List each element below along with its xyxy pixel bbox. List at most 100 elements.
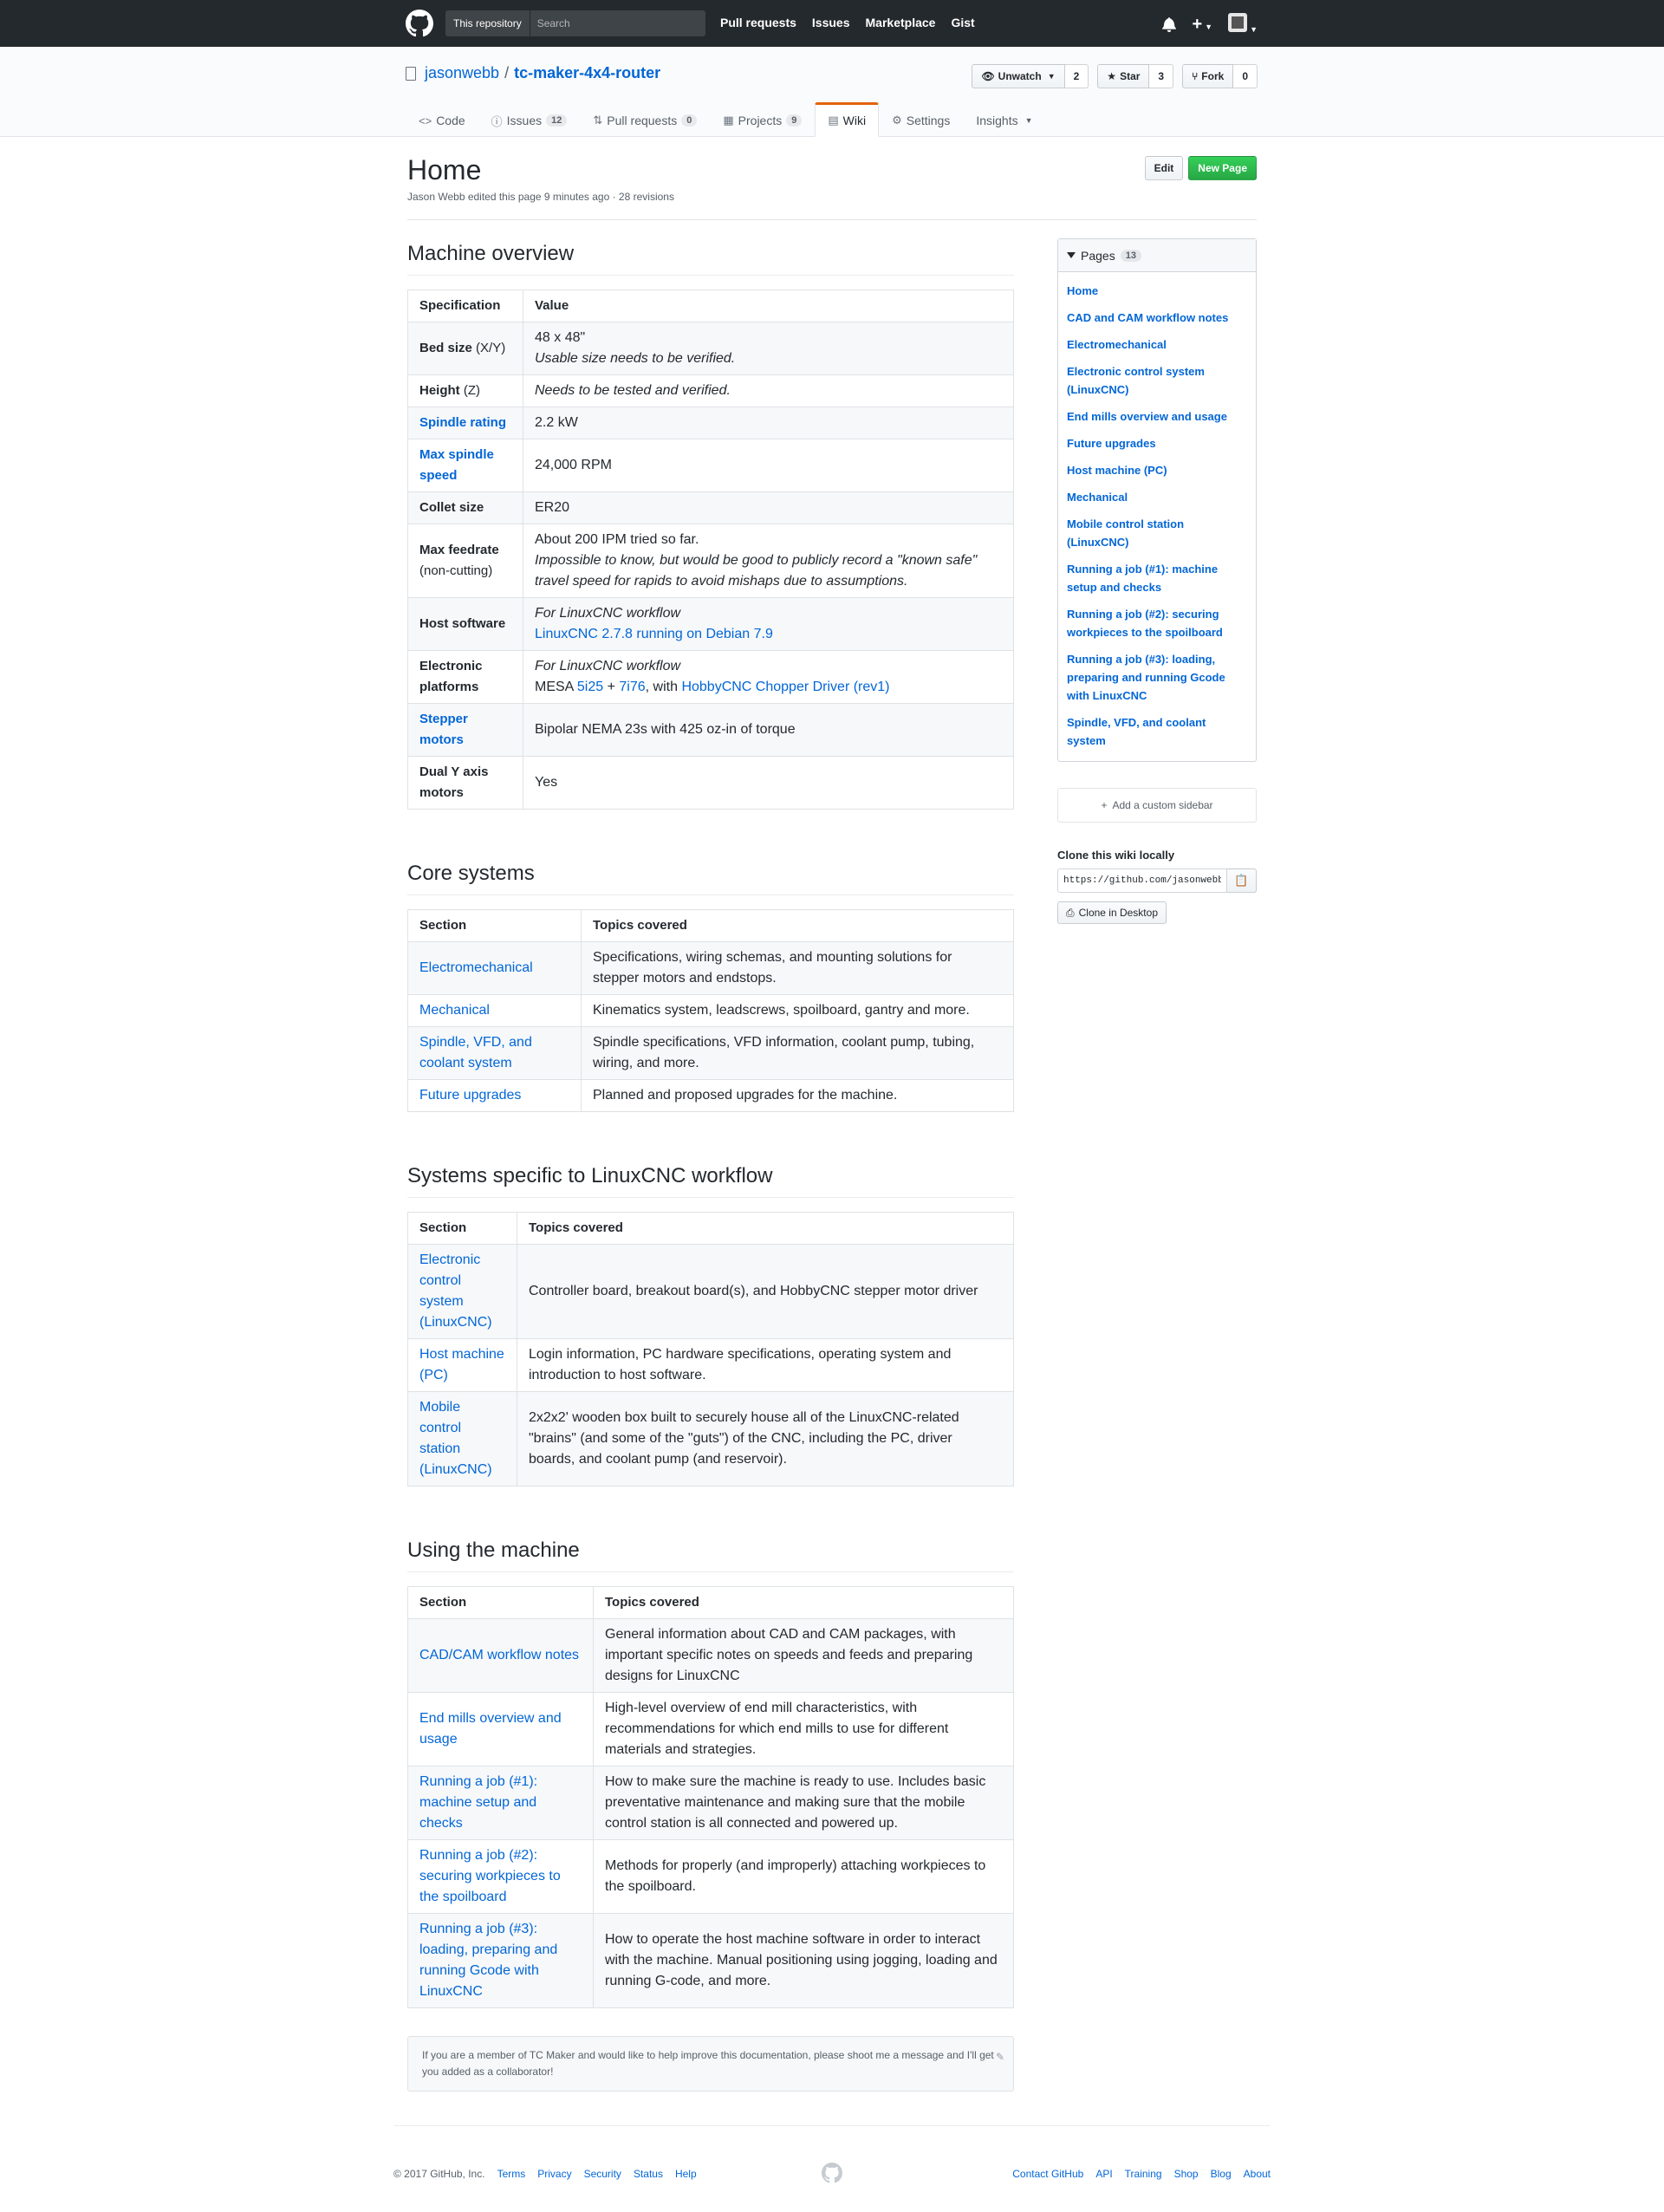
footer-link-contact[interactable]: Contact GitHub: [1012, 2168, 1083, 2180]
star-button[interactable]: ★ Star: [1097, 64, 1150, 88]
github-logo-icon[interactable]: [406, 10, 433, 37]
page-link[interactable]: Mechanical: [1067, 491, 1128, 504]
page-link[interactable]: Running a job (#2): securing workpieces …: [1067, 608, 1223, 639]
tab-code[interactable]: <> Code: [406, 102, 478, 137]
tab-projects[interactable]: ▦ Projects 9: [710, 102, 815, 137]
hobbycnc-driver-link[interactable]: HobbyCNC Chopper Driver (rev1): [681, 680, 889, 694]
section-link[interactable]: Future upgrades: [419, 1088, 521, 1103]
fork-icon: ⑂: [1192, 70, 1199, 82]
section-link[interactable]: Mechanical: [419, 1003, 490, 1018]
gear-icon: ⚙: [892, 114, 902, 127]
page-link[interactable]: Electronic control system (LinuxCNC): [1067, 365, 1205, 396]
footer-link-security[interactable]: Security: [584, 2168, 621, 2180]
edit-button[interactable]: Edit: [1144, 156, 1184, 180]
topics-cell: Login information, PC hardware specifica…: [517, 1338, 1014, 1392]
section-cell: Running a job (#1): machine setup and ch…: [407, 1766, 594, 1840]
nav-marketplace[interactable]: Marketplace: [866, 16, 936, 29]
unwatch-button[interactable]: 👁 Unwatch ▼: [972, 64, 1065, 88]
tab-issues[interactable]: ⓘ Issues 12: [478, 102, 581, 137]
section-cell: Electronic control system (LinuxCNC): [407, 1244, 517, 1339]
footer-link-blog[interactable]: Blog: [1211, 2168, 1232, 2180]
page-link[interactable]: Spindle, VFD, and coolant system: [1067, 716, 1206, 747]
list-item: Running a job (#1): machine setup and ch…: [1067, 556, 1247, 601]
footer-link-about[interactable]: About: [1244, 2168, 1271, 2180]
tab-settings[interactable]: ⚙ Settings: [879, 102, 963, 137]
linuxcnc-link[interactable]: LinuxCNC 2.7.8 running on Debian 7.9: [535, 627, 773, 641]
spec-key-link[interactable]: Spindle rating: [419, 415, 506, 430]
spec-key: Electronic platforms: [407, 650, 523, 704]
chevron-down-icon: ▼: [1205, 22, 1213, 31]
copy-to-clipboard-button[interactable]: 📋: [1227, 869, 1257, 893]
tab-wiki[interactable]: ▤ Wiki: [815, 102, 880, 137]
footer-link-privacy[interactable]: Privacy: [537, 2168, 571, 2180]
spec-value-text: , with: [645, 680, 682, 694]
chevron-down-icon: ▼: [1024, 116, 1033, 125]
list-item: Electromechanical: [1067, 331, 1247, 358]
mesa-5i25-link[interactable]: 5i25: [577, 680, 603, 694]
spec-value-note: For LinuxCNC workflow: [535, 606, 681, 621]
page-link[interactable]: CAD and CAM workflow notes: [1067, 311, 1228, 324]
page-link[interactable]: Electromechanical: [1067, 338, 1167, 351]
nav-issues[interactable]: Issues: [812, 16, 850, 29]
spec-key-link[interactable]: Stepper motors: [419, 712, 468, 747]
pencil-icon[interactable]: ✎: [996, 2049, 1004, 2066]
github-mark-icon[interactable]: [822, 2163, 842, 2183]
section-link[interactable]: Spindle, VFD, and coolant system: [419, 1035, 532, 1070]
section-link[interactable]: End mills overview and usage: [419, 1711, 562, 1747]
mesa-7i76-link[interactable]: 7i76: [619, 680, 645, 694]
star-count[interactable]: 3: [1149, 64, 1174, 88]
pages-toggle[interactable]: Pages 13: [1058, 239, 1256, 272]
tab-insights[interactable]: Insights ▼: [963, 102, 1045, 137]
footer-link-api[interactable]: API: [1095, 2168, 1112, 2180]
page-link[interactable]: End mills overview and usage: [1067, 410, 1227, 423]
fork-count[interactable]: 0: [1233, 64, 1258, 88]
page-link[interactable]: Running a job (#1): machine setup and ch…: [1067, 563, 1218, 594]
footer-link-help[interactable]: Help: [675, 2168, 697, 2180]
column-header: Specification: [407, 290, 523, 322]
section-link[interactable]: Running a job (#3): loading, preparing a…: [419, 1922, 557, 1999]
tab-pull-requests[interactable]: ⇅ Pull requests 0: [580, 102, 710, 137]
nav-gist[interactable]: Gist: [951, 16, 974, 29]
fork-button[interactable]: ⑂ Fork: [1182, 64, 1234, 88]
page-link[interactable]: Host machine (PC): [1067, 464, 1167, 477]
clone-url-input[interactable]: [1057, 869, 1227, 893]
search-input[interactable]: [530, 10, 705, 36]
add-custom-sidebar-button[interactable]: + Add a custom sidebar: [1057, 788, 1257, 823]
section-link[interactable]: Host machine (PC): [419, 1347, 504, 1382]
spec-key-link[interactable]: Max spindle speed: [419, 447, 494, 483]
section-link[interactable]: CAD/CAM workflow notes: [419, 1648, 579, 1662]
spec-key-label: Max feedrate: [419, 543, 499, 557]
pages-list: Home CAD and CAM workflow notes Electrom…: [1058, 272, 1256, 761]
page-link[interactable]: Future upgrades: [1067, 437, 1156, 450]
footer-link-training[interactable]: Training: [1125, 2168, 1162, 2180]
footer-link-status[interactable]: Status: [634, 2168, 663, 2180]
page-link[interactable]: Running a job (#3): loading, preparing a…: [1067, 653, 1225, 702]
repo-owner-link[interactable]: jasonwebb: [425, 64, 499, 82]
section-link[interactable]: Electronic control system (LinuxCNC): [419, 1252, 492, 1330]
spec-key-label: Dual Y axis motors: [419, 764, 489, 800]
table-row: End mills overview and usage High-level o…: [407, 1692, 1014, 1766]
nav-pull-requests[interactable]: Pull requests: [720, 16, 796, 29]
new-page-button[interactable]: New Page: [1188, 156, 1257, 180]
search-box[interactable]: This repository: [445, 10, 705, 36]
footer-link-shop[interactable]: Shop: [1174, 2168, 1199, 2180]
section-link[interactable]: Running a job (#1): machine setup and ch…: [419, 1774, 537, 1831]
watch-count[interactable]: 2: [1064, 64, 1089, 88]
footer-link-terms[interactable]: Terms: [497, 2168, 526, 2180]
section-link[interactable]: Mobile control station (LinuxCNC): [419, 1400, 492, 1477]
section-cell: Running a job (#2): securing workpieces …: [407, 1839, 594, 1914]
repo-name-link[interactable]: tc-maker-4x4-router: [514, 64, 660, 82]
user-menu-dropdown[interactable]: ▼: [1228, 13, 1258, 35]
topics-cell: Specifications, wiring schemas, and moun…: [581, 941, 1014, 995]
section-link[interactable]: Electromechanical: [419, 960, 533, 975]
issues-counter: 12: [546, 114, 568, 127]
table-row: Dual Y axis motors Yes: [407, 756, 1014, 810]
bell-icon[interactable]: [1162, 16, 1177, 32]
list-item: Host machine (PC): [1067, 457, 1247, 484]
create-new-dropdown[interactable]: + ▼: [1192, 16, 1212, 33]
clone-in-desktop-button[interactable]: ⎙ Clone in Desktop: [1057, 901, 1167, 924]
page-link[interactable]: Mobile control station (LinuxCNC): [1067, 517, 1184, 549]
table-header-row: Specification Value: [407, 290, 1014, 322]
page-link[interactable]: Home: [1067, 284, 1098, 297]
section-link[interactable]: Running a job (#2): securing workpieces …: [419, 1848, 561, 1904]
